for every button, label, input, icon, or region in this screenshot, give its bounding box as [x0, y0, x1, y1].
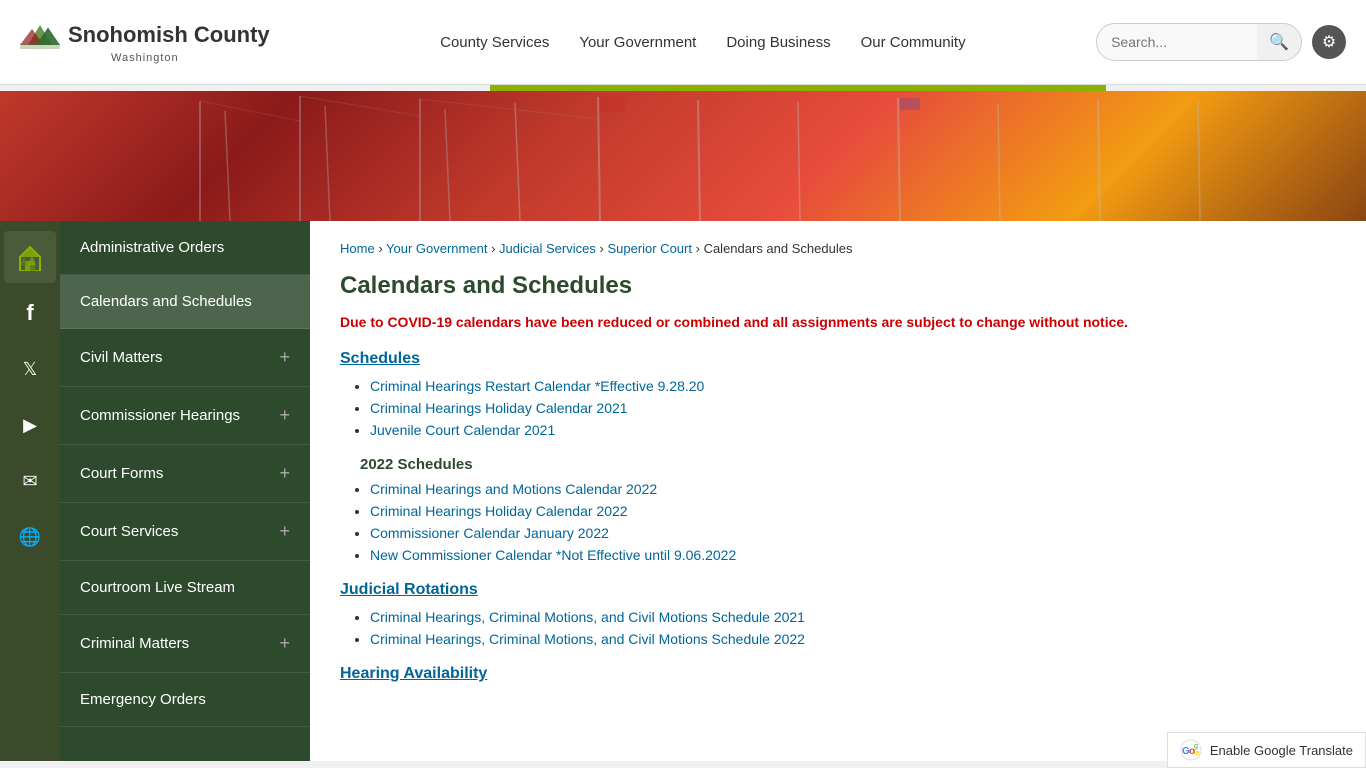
- main-layout: f 𝕏 ▶ ✉ 🌐 Administrative Orders Calendar…: [0, 221, 1366, 761]
- youtube-button[interactable]: ▶: [4, 399, 56, 451]
- content-area: Home › Your Government › Judicial Servic…: [310, 221, 1366, 761]
- header: Snohomish County Washington County Servi…: [0, 0, 1366, 85]
- list-item: Criminal Hearings and Motions Calendar 2…: [370, 481, 1336, 497]
- rotation-link-2[interactable]: Criminal Hearings, Criminal Motions, and…: [370, 631, 805, 647]
- schedules-list: Criminal Hearings Restart Calendar *Effe…: [340, 378, 1336, 438]
- hearing-availability-heading[interactable]: Hearing Availability: [340, 665, 1336, 683]
- list-item: Criminal Hearings, Criminal Motions, and…: [370, 609, 1336, 625]
- svg-text:le: le: [1194, 750, 1200, 757]
- gear-icon: ⚙: [1322, 32, 1336, 52]
- page-title: Calendars and Schedules: [340, 272, 1336, 300]
- twitter-button[interactable]: 𝕏: [4, 343, 56, 395]
- court-services-expand-icon: +: [279, 521, 290, 542]
- schedule-2022-link-1[interactable]: Criminal Hearings and Motions Calendar 2…: [370, 481, 657, 497]
- sidebar-item-court-forms[interactable]: Court Forms +: [60, 445, 310, 503]
- globe-icon: 🌐: [19, 527, 41, 548]
- rotation-link-1[interactable]: Criminal Hearings, Criminal Motions, and…: [370, 609, 805, 625]
- facebook-button[interactable]: f: [4, 287, 56, 339]
- schedule-2022-link-4[interactable]: New Commissioner Calendar *Not Effective…: [370, 547, 736, 563]
- svg-text:g: g: [1194, 743, 1198, 750]
- globe-button[interactable]: 🌐: [4, 511, 56, 563]
- schedule-2022-link-2[interactable]: Criminal Hearings Holiday Calendar 2022: [370, 503, 628, 519]
- list-item: Commissioner Calendar January 2022: [370, 525, 1336, 541]
- judicial-rotations-heading[interactable]: Judicial Rotations: [340, 581, 1336, 599]
- schedules-2022-list: Criminal Hearings and Motions Calendar 2…: [340, 481, 1336, 563]
- nav-our-community[interactable]: Our Community: [861, 34, 966, 51]
- list-item: Criminal Hearings Restart Calendar *Effe…: [370, 378, 1336, 394]
- search-input[interactable]: [1097, 26, 1257, 58]
- nav-doing-business[interactable]: Doing Business: [726, 34, 830, 51]
- nav-county-services[interactable]: County Services: [440, 34, 549, 51]
- list-item: Criminal Hearings Holiday Calendar 2022: [370, 503, 1336, 519]
- list-item: Criminal Hearings, Criminal Motions, and…: [370, 631, 1336, 647]
- twitter-icon: 𝕏: [23, 359, 38, 380]
- breadcrumb-superior-court[interactable]: Superior Court: [607, 241, 692, 256]
- google-translate-bar[interactable]: G o g le Enable Google Translate: [1167, 732, 1366, 768]
- list-item: New Commissioner Calendar *Not Effective…: [370, 547, 1336, 563]
- home-icon: [16, 243, 44, 271]
- breadcrumb-current: Calendars and Schedules: [704, 241, 853, 256]
- settings-button[interactable]: ⚙: [1312, 25, 1346, 59]
- main-nav: County Services Your Government Doing Bu…: [310, 34, 1096, 51]
- breadcrumb-your-government[interactable]: Your Government: [386, 241, 487, 256]
- list-item: Juvenile Court Calendar 2021: [370, 422, 1336, 438]
- sidebar-item-commissioner-hearings[interactable]: Commissioner Hearings +: [60, 387, 310, 445]
- logo-sub: Washington: [111, 52, 179, 64]
- sidebar-item-emergency-orders[interactable]: Emergency Orders: [60, 673, 310, 727]
- search-area: 🔍 ⚙: [1096, 23, 1346, 61]
- commissioner-hearings-expand-icon: +: [279, 405, 290, 426]
- email-button[interactable]: ✉: [4, 455, 56, 507]
- google-translate-label: Enable Google Translate: [1210, 743, 1353, 758]
- sidebar-item-criminal-matters[interactable]: Criminal Matters +: [60, 615, 310, 673]
- breadcrumb-judicial-services[interactable]: Judicial Services: [499, 241, 596, 256]
- sidebar-item-court-services[interactable]: Court Services +: [60, 503, 310, 561]
- court-forms-expand-icon: +: [279, 463, 290, 484]
- judicial-rotations-list: Criminal Hearings, Criminal Motions, and…: [340, 609, 1336, 647]
- google-translate-icon: G o g le: [1180, 739, 1202, 761]
- breadcrumb: Home › Your Government › Judicial Servic…: [340, 241, 1336, 256]
- facebook-icon: f: [26, 300, 33, 326]
- schedule-link-3[interactable]: Juvenile Court Calendar 2021: [370, 422, 555, 438]
- logo-mountain-icon: [20, 20, 60, 50]
- covid-notice: Due to COVID-19 calendars have been redu…: [340, 314, 1336, 330]
- search-button[interactable]: 🔍: [1257, 24, 1301, 60]
- sidebar-item-calendars-schedules[interactable]: Calendars and Schedules: [60, 275, 310, 329]
- schedule-link-1[interactable]: Criminal Hearings Restart Calendar *Effe…: [370, 378, 704, 394]
- list-item: Criminal Hearings Holiday Calendar 2021: [370, 400, 1336, 416]
- sidebar-item-courtroom-live-stream[interactable]: Courtroom Live Stream: [60, 561, 310, 615]
- breadcrumb-home[interactable]: Home: [340, 241, 375, 256]
- civil-matters-expand-icon: +: [279, 347, 290, 368]
- sidebar-item-civil-matters[interactable]: Civil Matters +: [60, 329, 310, 387]
- nav-underline: [490, 85, 1106, 91]
- logo: Snohomish County: [20, 20, 270, 50]
- youtube-icon: ▶: [23, 415, 37, 436]
- nav-your-government[interactable]: Your Government: [579, 34, 696, 51]
- schedules-heading[interactable]: Schedules: [340, 350, 1336, 368]
- hero-decoration: [0, 91, 1366, 221]
- social-sidebar: f 𝕏 ▶ ✉ 🌐: [0, 221, 60, 761]
- sidebar-item-administrative-orders[interactable]: Administrative Orders: [60, 221, 310, 275]
- logo-area: Snohomish County Washington: [20, 20, 270, 64]
- criminal-matters-expand-icon: +: [279, 633, 290, 654]
- schedule-2022-link-3[interactable]: Commissioner Calendar January 2022: [370, 525, 609, 541]
- hero-banner: [0, 91, 1366, 221]
- left-nav: Administrative Orders Calendars and Sche…: [60, 221, 310, 761]
- email-icon: ✉: [22, 471, 37, 492]
- social-home-button[interactable]: [4, 231, 56, 283]
- schedules-2022-heading: 2022 Schedules: [360, 456, 1336, 473]
- schedule-link-2[interactable]: Criminal Hearings Holiday Calendar 2021: [370, 400, 628, 416]
- search-box: 🔍: [1096, 23, 1302, 61]
- logo-name: Snohomish County: [68, 22, 270, 48]
